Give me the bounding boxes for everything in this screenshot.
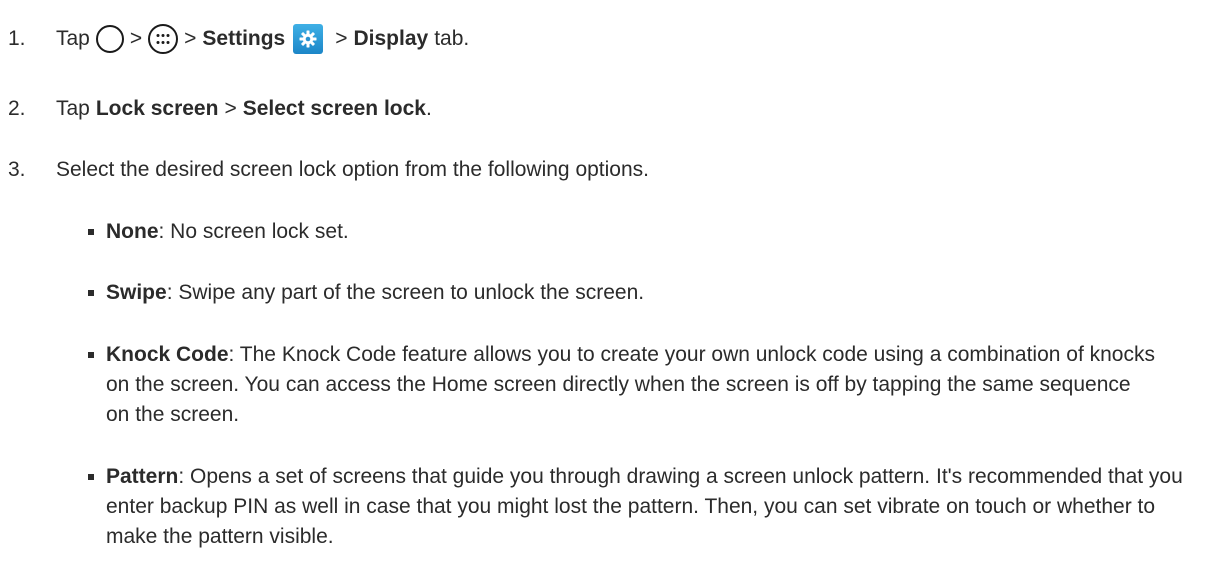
settings-icon (293, 24, 324, 54)
option-text: Swipe: Swipe any part of the screen to u… (106, 278, 1185, 308)
display-label: Display (353, 27, 429, 50)
separator: > (129, 27, 143, 50)
option-desc: : Opens a set of screens that guide you … (106, 465, 1183, 548)
settings-label: Settings (202, 27, 286, 50)
option-term: Swipe (106, 281, 167, 304)
step-text: tab. (434, 27, 470, 50)
bullet-marker (88, 462, 106, 552)
home-icon (95, 25, 124, 53)
option-term: Knock Code (106, 343, 229, 366)
step-number: 1. (8, 27, 26, 50)
option-text: Knock Code: The Knock Code feature allow… (106, 340, 1155, 430)
step-number: 3. (8, 158, 26, 181)
step-2: 2. Tap Lock screen > Select screen lock … (8, 94, 1205, 124)
step-text: . (425, 97, 432, 120)
step-number: 2. (8, 97, 26, 120)
separator: > (335, 27, 348, 50)
lock-screen-label: Lock screen (95, 97, 219, 120)
option-desc: : No screen lock set. (158, 220, 349, 243)
option-text: None: No screen lock set. (106, 217, 1185, 247)
option-text: Pattern: Opens a set of screens that gui… (106, 462, 1185, 552)
step-3: 3. Select the desired screen lock option… (8, 155, 1205, 185)
option-desc: : Swipe any part of the screen to unlock… (166, 281, 645, 304)
bullet-marker (88, 340, 106, 430)
apps-icon (148, 24, 179, 54)
step-text: Tap (56, 27, 90, 50)
step-1: 1. Tap > > Settings > Display tab. (8, 24, 1205, 54)
bullet-marker (88, 217, 106, 247)
option-none: None: No screen lock set. (88, 217, 1185, 247)
option-knock-code: Knock Code: The Knock Code feature allow… (88, 340, 1155, 430)
option-swipe: Swipe: Swipe any part of the screen to u… (88, 278, 1185, 308)
option-pattern: Pattern: Opens a set of screens that gui… (88, 462, 1185, 552)
step-text: Tap (56, 97, 90, 120)
step-body: Tap > > Settings > Display tab. (56, 24, 469, 54)
separator: > (184, 27, 197, 50)
step-body: Select the desired screen lock option fr… (56, 158, 649, 181)
select-screen-lock-label: Select screen lock (242, 97, 426, 120)
option-desc: : The Knock Code feature allows you to c… (106, 343, 1155, 426)
option-term: Pattern (106, 465, 179, 488)
separator: > (224, 97, 237, 120)
step-body: Tap Lock screen > Select screen lock . (56, 94, 432, 124)
option-term: None (106, 220, 159, 243)
bullet-marker (88, 278, 106, 308)
